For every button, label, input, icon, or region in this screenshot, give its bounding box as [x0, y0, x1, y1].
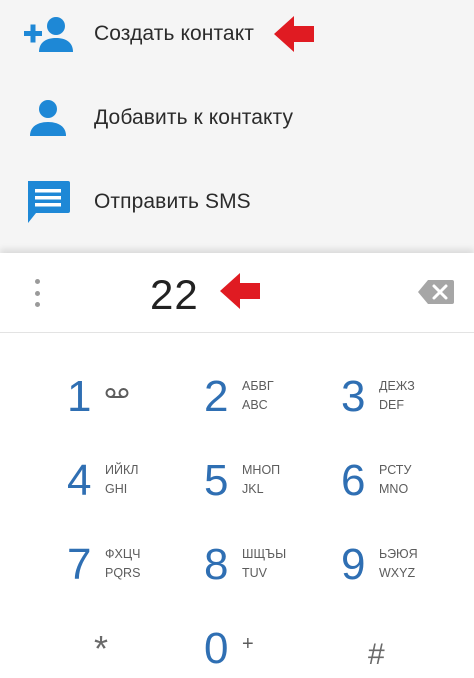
key-1[interactable]: 1 — [5, 371, 163, 455]
key-3[interactable]: 3 ДЕЖЗ DEF — [279, 371, 437, 455]
key-digit: 7 — [67, 540, 92, 589]
key-digit: 8 — [204, 540, 229, 589]
key-letters: ИЙКЛ GHI — [105, 461, 138, 499]
key-letters: МНОП JKL — [242, 461, 280, 499]
key-letters: + — [242, 633, 254, 655]
key-letters-latin: GHI — [105, 482, 128, 496]
key-letters-latin: JKL — [242, 482, 264, 496]
create-contact-label: Создать контакт — [94, 22, 254, 45]
key-digit: 2 — [204, 372, 229, 421]
key-5[interactable]: 5 МНОП JKL — [142, 455, 300, 539]
red-arrow-annotation — [220, 273, 260, 309]
key-letters: ЬЭЮЯ WXYZ — [379, 545, 418, 583]
key-9[interactable]: 9 ЬЭЮЯ WXYZ — [279, 539, 437, 623]
key-hash[interactable]: # — [306, 623, 464, 678]
entered-number[interactable]: 22 — [150, 271, 199, 319]
key-letters-latin: WXYZ — [379, 566, 416, 580]
number-display-row: 22 — [0, 253, 474, 333]
key-letters-cyrillic: ДЕЖЗ — [379, 379, 415, 393]
key-letters: ФХЦЧ PQRS — [105, 545, 140, 583]
key-2[interactable]: 2 АБВГ ABC — [142, 371, 300, 455]
key-digit: 5 — [204, 456, 229, 505]
key-letters-latin: MNO — [379, 482, 409, 496]
dial-pad: 22 1 2 АБВГ ABC 3 ДЕЖЗ DEF 4 ИЙКЛ GHI 5 … — [0, 253, 474, 678]
backspace-icon[interactable] — [418, 279, 454, 305]
overflow-menu-icon[interactable] — [26, 279, 48, 307]
key-letters-latin: PQRS — [105, 566, 141, 580]
key-letters-cyrillic: ИЙКЛ — [105, 463, 139, 477]
person-add-icon — [22, 8, 74, 60]
person-icon — [22, 92, 74, 144]
key-letters-cyrillic: МНОП — [242, 463, 281, 477]
key-letters-latin: ABC — [242, 398, 268, 412]
key-letters: ДЕЖЗ DEF — [379, 377, 415, 415]
red-arrow-annotation — [274, 16, 314, 52]
key-letters-latin: DEF — [379, 398, 404, 412]
key-plus: + — [242, 633, 254, 655]
key-letters-cyrillic: РСТУ — [379, 463, 412, 477]
key-6[interactable]: 6 РСТУ MNO — [279, 455, 437, 539]
suggested-actions-list: Создать контакт Добавить к контакту Отпр… — [0, 0, 474, 253]
key-7[interactable]: 7 ФХЦЧ PQRS — [5, 539, 163, 623]
key-digit: 4 — [67, 456, 92, 505]
key-digit: 0 — [204, 624, 229, 673]
key-digit: # — [368, 638, 385, 671]
key-4[interactable]: 4 ИЙКЛ GHI — [5, 455, 163, 539]
add-to-contact-label: Добавить к контакту — [94, 106, 294, 129]
add-to-contact-item[interactable]: Добавить к контакту — [0, 78, 474, 158]
key-letters: АБВГ ABC — [242, 377, 274, 415]
key-0[interactable]: 0 + — [142, 623, 300, 678]
key-letters-cyrillic: ФХЦЧ — [105, 547, 141, 561]
key-letters-cyrillic: АБВГ — [242, 379, 274, 393]
voicemail-icon — [105, 388, 129, 398]
send-sms-label: Отправить SMS — [94, 190, 251, 213]
key-digit: 9 — [341, 540, 366, 589]
key-8[interactable]: 8 ШЩЪЫ TUV — [142, 539, 300, 623]
message-icon — [22, 176, 74, 228]
key-digit: 3 — [341, 372, 366, 421]
key-digit: 1 — [67, 372, 92, 421]
create-contact-item[interactable]: Создать контакт — [0, 0, 474, 74]
key-letters-cyrillic: ЬЭЮЯ — [379, 547, 418, 561]
key-digit: 6 — [341, 456, 366, 505]
key-letters: РСТУ MNO — [379, 461, 411, 499]
key-digit: * — [94, 628, 109, 669]
send-sms-item[interactable]: Отправить SMS — [0, 162, 474, 242]
